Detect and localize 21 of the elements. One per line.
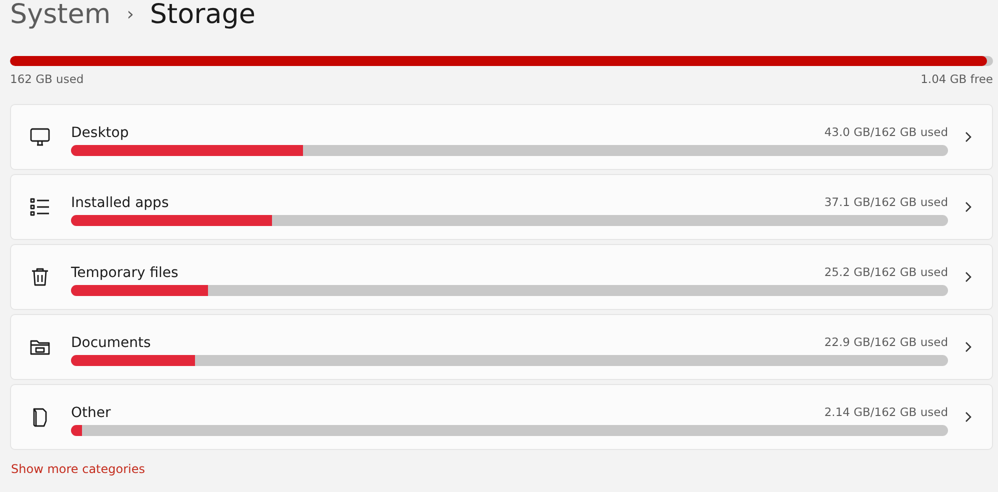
free-label: 1.04 GB free xyxy=(920,72,993,86)
page-title: Storage xyxy=(150,0,256,32)
category-card[interactable]: Other 2.14 GB/162 GB used xyxy=(10,384,993,450)
category-name: Other xyxy=(71,404,111,420)
chevron-icon: › xyxy=(126,0,134,32)
usage-label: 25.2 GB/162 GB used xyxy=(824,264,948,280)
usage-label: 22.9 GB/162 GB used xyxy=(824,334,948,350)
show-more-link[interactable]: Show more categories xyxy=(11,462,145,476)
usage-label: 43.0 GB/162 GB used xyxy=(824,124,948,140)
category-card[interactable]: Documents 22.9 GB/162 GB used xyxy=(10,314,993,380)
category-name: Desktop xyxy=(71,124,129,140)
category-card[interactable]: Temporary files 25.2 GB/162 GB used xyxy=(10,244,993,310)
category-card[interactable]: Installed apps 37.1 GB/162 GB used xyxy=(10,174,993,240)
usage-label: 2.14 GB/162 GB used xyxy=(824,404,948,420)
usage-label: 37.1 GB/162 GB used xyxy=(824,194,948,210)
breadcrumb-link[interactable]: System xyxy=(10,0,111,32)
used-label: 162 GB used xyxy=(10,72,84,86)
category-name: Installed apps xyxy=(71,194,169,210)
category-name: Temporary files xyxy=(71,264,178,280)
category-name: Documents xyxy=(71,334,151,350)
category-card[interactable]: Desktop 43.0 GB/162 GB used xyxy=(10,104,993,170)
